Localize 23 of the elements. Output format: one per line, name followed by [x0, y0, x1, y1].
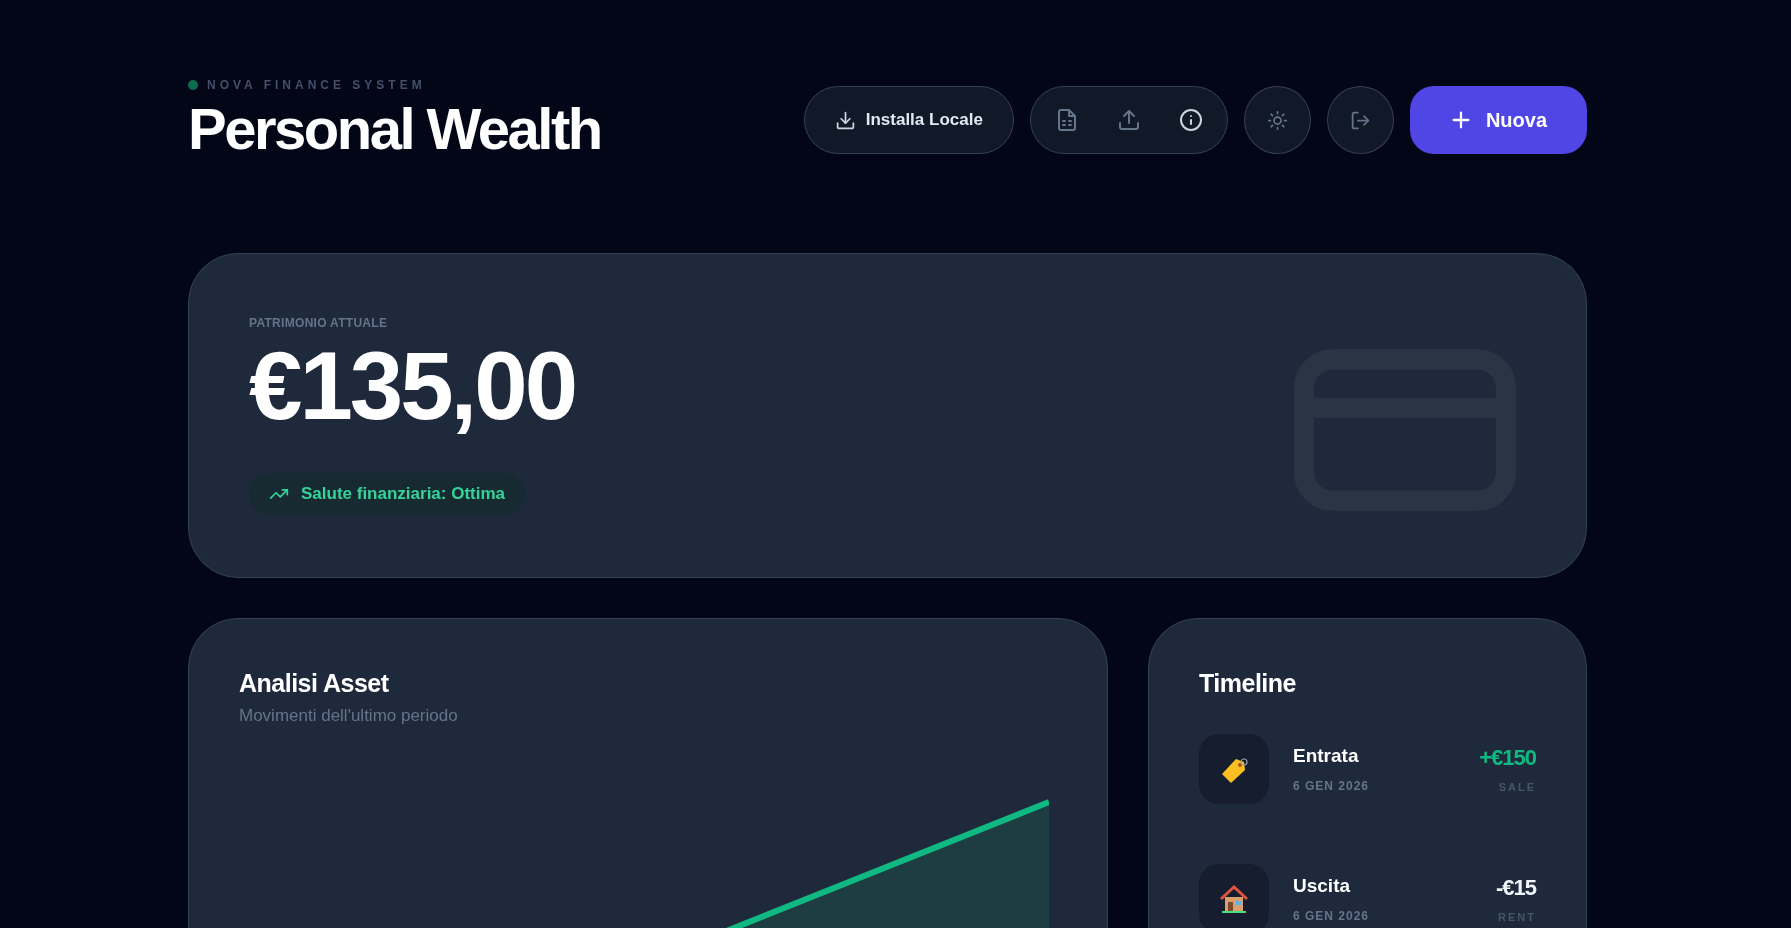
upload-icon[interactable]	[1116, 108, 1141, 133]
transaction-date: 6 GEN 2026	[1293, 778, 1371, 793]
status-dot	[188, 80, 198, 90]
transaction-amount: +€150	[1479, 744, 1536, 771]
health-text: Salute finanziaria: Ottima	[301, 483, 506, 504]
logout-icon	[1349, 109, 1371, 131]
balance-amount: €135,00	[249, 335, 575, 437]
transaction-date: 6 GEN 2026	[1293, 908, 1371, 923]
page-title: Personal Wealth	[188, 96, 601, 163]
analysis-title: Analisi Asset	[239, 668, 390, 698]
balance-label: PATRIMONIO ATTUALE	[249, 315, 389, 330]
download-icon	[834, 109, 856, 131]
analysis-subtitle: Movimenti dell'ultimo periodo	[239, 705, 459, 726]
install-button[interactable]: Installa Locale	[803, 86, 1014, 155]
app-eyebrow: NOVA FINANCE SYSTEM	[207, 78, 426, 92]
transaction-amount: -€15	[1495, 874, 1536, 901]
house-icon	[1218, 882, 1250, 915]
info-icon[interactable]	[1178, 108, 1203, 133]
transaction-title: Entrata	[1293, 744, 1360, 767]
transaction-title: Uscita	[1293, 874, 1352, 897]
timeline-title: Timeline	[1199, 668, 1297, 698]
new-button[interactable]: Nuova	[1409, 86, 1587, 155]
sun-icon	[1266, 109, 1288, 131]
